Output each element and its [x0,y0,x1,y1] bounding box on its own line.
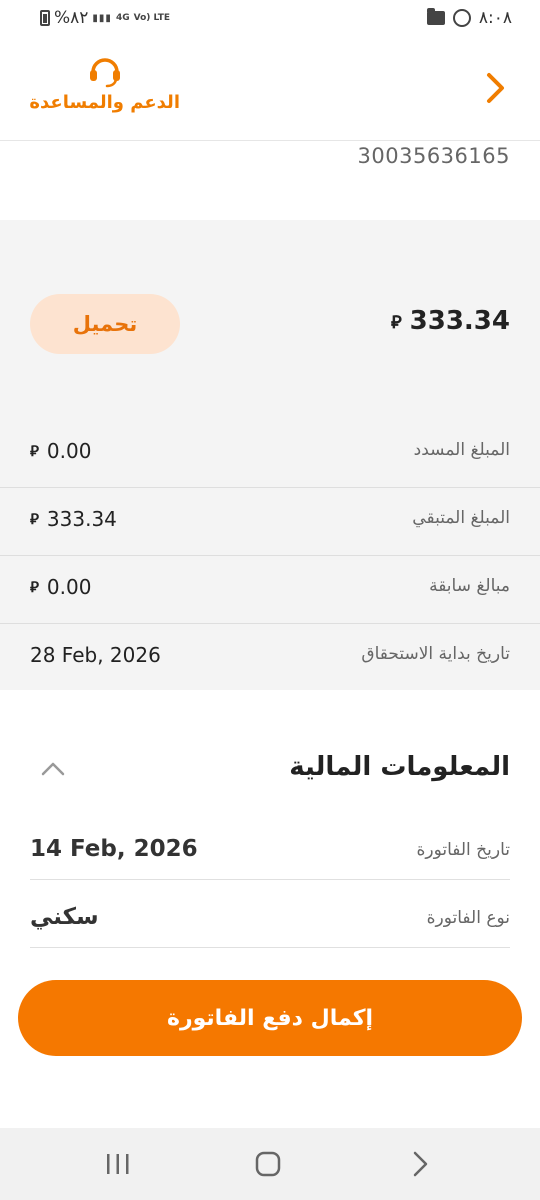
due-start-value: 28 Feb, 2026 [30,643,161,667]
chevron-right-icon [487,73,504,103]
summary-rows: المبلغ المسدد ⃁ 0.00 المبلغ المتبقي ⃁ 33… [0,420,540,691]
whatsapp-icon [452,9,471,27]
back-button[interactable] [480,68,512,108]
signal-icon: ▮▮▮ [92,12,112,24]
status-left: %٨٢ ▮▮▮ 4G Vo) LTE [40,8,170,28]
previous-amount-value: 0.00 [46,575,92,599]
total-amount: ⃁ 333.34 [391,306,510,336]
status-time: ٨:٠٨ [478,8,512,28]
invoice-date-value: 14 Feb, 2026 [30,836,198,862]
remaining-amount-label: المبلغ المتبقي [412,508,510,528]
battery-percent: %٨٢ [54,8,89,28]
network-lte: Vo) LTE [133,12,171,23]
financial-info-title[interactable]: المعلومات المالية [289,752,510,782]
paid-amount: ⃁ 0.00 [30,439,91,463]
status-right: ٨:٠٨ [426,8,512,28]
recent-apps-button[interactable] [88,1144,148,1184]
invoice-type-value: سكني [30,904,99,930]
download-button[interactable]: تحميل [30,294,180,354]
invoice-date-label: تاريخ الفاتورة [416,840,510,860]
app-header: الدعم والمساعدة [0,40,540,141]
summary-row-remaining: المبلغ المتبقي ⃁ 333.34 [0,487,540,555]
status-bar: %٨٢ ▮▮▮ 4G Vo) LTE ٨:٠٨ [0,0,540,40]
remaining-amount-value: 333.34 [46,507,117,531]
riyal-icon: ⃁ [30,441,39,460]
invoice-date-row: تاريخ الفاتورة 14 Feb, 2026 [30,812,510,880]
complete-payment-button[interactable]: إكمال دفع الفاتورة [18,980,522,1056]
summary-row-due-date: تاريخ بداية الاستحقاق 28 Feb, 2026 [0,623,540,691]
back-nav-button[interactable] [390,1144,450,1184]
headset-icon [87,52,123,88]
paid-amount-label: المبلغ المسدد [413,440,510,460]
total-amount-value: 333.34 [409,306,510,336]
remaining-amount: ⃁ 333.34 [30,507,117,531]
home-button[interactable] [238,1144,298,1184]
due-start-label: تاريخ بداية الاستحقاق [361,644,510,664]
support-label: الدعم والمساعدة [29,92,180,113]
invoice-type-row: نوع الفاتورة سكني [30,880,510,948]
riyal-icon: ⃁ [30,577,39,596]
recent-apps-icon [107,1154,129,1174]
summary-row-previous: مبالغ سابقة ⃁ 0.00 [0,555,540,623]
riyal-icon: ⃁ [390,311,402,333]
battery-icon [40,10,50,26]
network-4g: 4G [115,12,130,23]
summary-row-paid: المبلغ المسدد ⃁ 0.00 [0,420,540,487]
account-number: 30035636165 [357,144,510,168]
bill-summary: ⃁ 333.34 تحميل المبلغ المسدد ⃁ 0.00 المب… [0,220,540,690]
folder-icon [426,8,445,25]
chevron-up-icon[interactable] [40,760,66,778]
previous-amount-label: مبالغ سابقة [429,576,510,596]
support-button[interactable]: الدعم والمساعدة [29,52,180,113]
invoice-type-label: نوع الفاتورة [426,908,510,928]
paid-amount-value: 0.00 [46,439,92,463]
home-icon [255,1151,281,1177]
chevron-right-icon [413,1151,428,1177]
previous-amount: ⃁ 0.00 [30,575,91,599]
riyal-icon: ⃁ [30,509,39,528]
system-nav-bar [0,1128,540,1200]
